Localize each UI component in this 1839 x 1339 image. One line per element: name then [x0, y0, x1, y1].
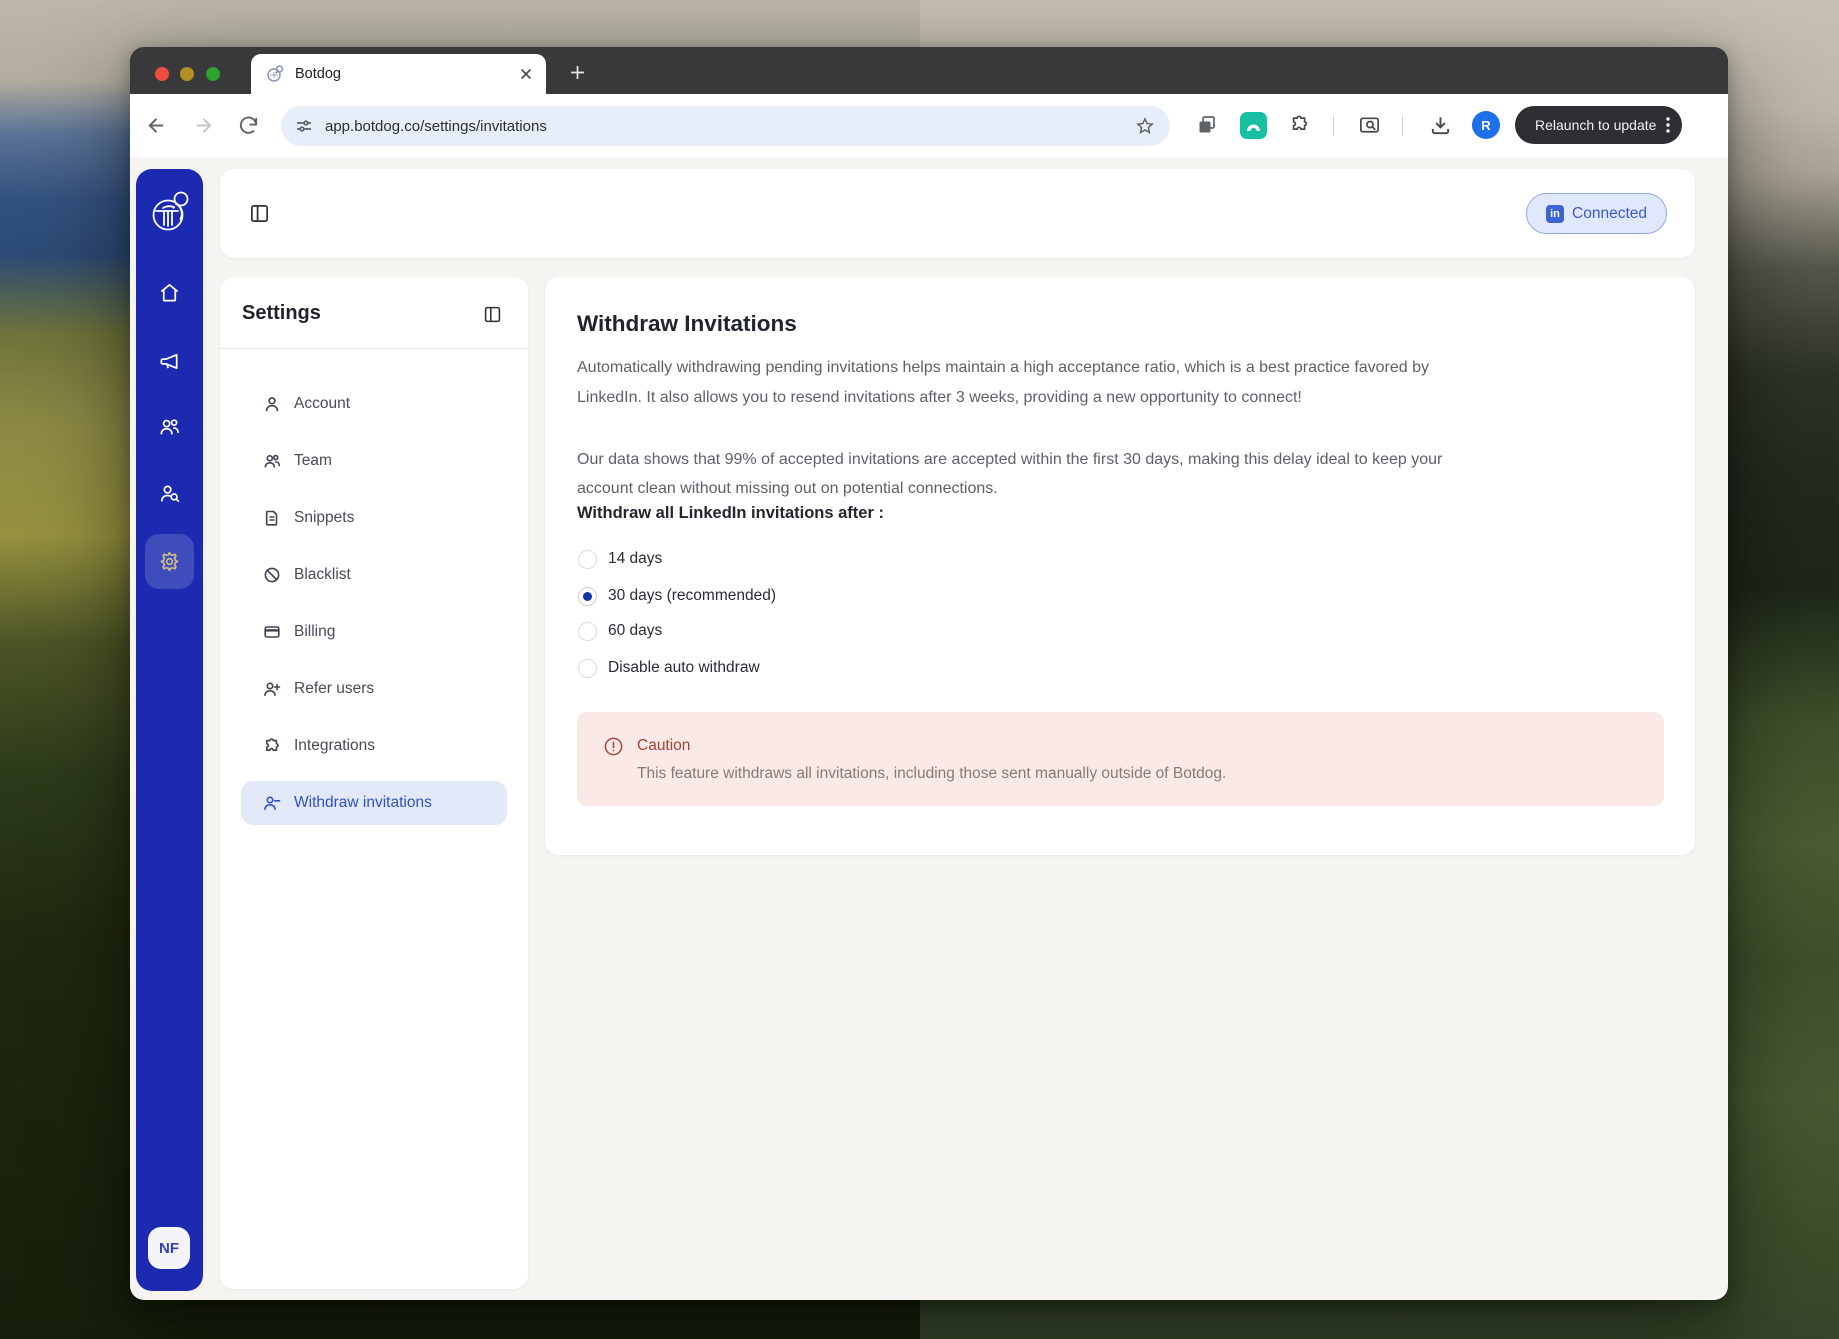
settings-item-label: Snippets — [294, 509, 354, 527]
extension-teal-icon[interactable] — [1240, 112, 1267, 139]
settings-item-label: Account — [294, 395, 350, 413]
settings-title: Settings — [242, 302, 321, 325]
download-icon[interactable] — [1429, 114, 1452, 137]
settings-item-integrations[interactable]: Integrations — [241, 724, 507, 768]
withdraw-invitations-icon — [263, 794, 281, 812]
profile-avatar[interactable]: R — [1472, 111, 1500, 139]
toolbar-separator — [1402, 115, 1403, 136]
more-vert-icon[interactable] — [1666, 117, 1670, 133]
gear-icon[interactable] — [136, 550, 203, 573]
settings-item-refer-users[interactable]: Refer users — [241, 667, 507, 711]
url-text[interactable]: app.botdog.co/settings/invitations — [325, 118, 547, 135]
snippets-icon — [263, 509, 281, 527]
settings-menu: Account Team Snippets — [241, 382, 507, 838]
browser-window: Botdog app.botdog.co/settings/invitatio — [130, 47, 1728, 1300]
tab-title: Botdog — [295, 66, 341, 82]
refer-users-icon — [263, 680, 281, 698]
caution-alert: Caution This feature withdraws all invit… — [577, 712, 1664, 806]
alert-circle-icon — [603, 736, 624, 757]
browser-toolbar: app.botdog.co/settings/invitations R Rel… — [130, 94, 1728, 157]
settings-item-label: Integrations — [294, 737, 375, 755]
relaunch-button[interactable]: Relaunch to update — [1515, 106, 1682, 144]
settings-item-label: Withdraw invitations — [294, 794, 432, 812]
team-icon — [263, 452, 281, 470]
divider — [220, 348, 528, 349]
settings-item-withdraw-invitations[interactable]: Withdraw invitations — [241, 781, 507, 825]
new-tab-button[interactable] — [564, 59, 590, 85]
minimize-window-button[interactable] — [180, 67, 194, 81]
radio-circle[interactable] — [578, 622, 597, 641]
radio-circle[interactable] — [578, 550, 597, 569]
sidebar-toggle-icon[interactable] — [249, 203, 270, 224]
billing-icon — [263, 623, 281, 641]
settings-item-label: Billing — [294, 623, 335, 641]
radio-circle[interactable] — [578, 659, 597, 678]
megaphone-icon[interactable] — [136, 350, 203, 373]
settings-item-blacklist[interactable]: Blacklist — [241, 553, 507, 597]
page-title: Withdraw Invitations — [577, 311, 797, 337]
caution-title: Caution — [637, 737, 690, 755]
tab-close-icon[interactable] — [520, 68, 532, 80]
botdog-logo[interactable] — [143, 186, 197, 240]
settings-item-label: Blacklist — [294, 566, 351, 584]
tab-copy-icon[interactable] — [1196, 114, 1218, 136]
settings-item-account[interactable]: Account — [241, 382, 507, 426]
user-search-icon[interactable] — [136, 482, 203, 505]
settings-item-label: Team — [294, 452, 332, 470]
settings-item-team[interactable]: Team — [241, 439, 507, 483]
blacklist-icon — [263, 566, 281, 584]
zoom-window-button[interactable] — [206, 67, 220, 81]
radio-60-days[interactable]: 60 days — [578, 618, 662, 644]
tab-strip: Botdog — [130, 47, 1728, 94]
caution-text: This feature withdraws all invitations, … — [637, 765, 1226, 783]
relaunch-label: Relaunch to update — [1535, 117, 1656, 133]
settings-item-snippets[interactable]: Snippets — [241, 496, 507, 540]
tune-icon[interactable] — [295, 117, 313, 135]
botdog-favicon-icon — [265, 64, 285, 84]
withdraw-invitations-panel: Withdraw Invitations Automatically withd… — [545, 277, 1695, 855]
linkedin-icon: in — [1546, 205, 1564, 223]
screen-search-icon[interactable] — [1358, 114, 1381, 137]
url-bar[interactable]: app.botdog.co/settings/invitations — [281, 106, 1170, 146]
team-icon[interactable] — [136, 415, 203, 438]
bookmark-star-icon[interactable] — [1135, 116, 1155, 136]
settings-collapse-icon[interactable] — [483, 305, 502, 324]
browser-tab[interactable]: Botdog — [251, 54, 546, 94]
radio-group-heading: Withdraw all LinkedIn invitations after … — [577, 504, 884, 523]
workspace-avatar[interactable]: NF — [148, 1227, 190, 1269]
radio-disable-auto-withdraw[interactable]: Disable auto withdraw — [578, 655, 760, 681]
settings-panel: Settings Account Team — [220, 277, 528, 1289]
app-page: NF in Connected Settings — [130, 157, 1728, 1300]
toolbar-separator — [1333, 115, 1334, 136]
data-paragraph: Our data shows that 99% of accepted invi… — [577, 445, 1663, 503]
radio-14-days[interactable]: 14 days — [578, 546, 662, 572]
reload-icon[interactable] — [237, 114, 260, 137]
page-header: in Connected — [220, 169, 1695, 258]
linkedin-connected-badge[interactable]: in Connected — [1526, 193, 1667, 234]
settings-item-label: Refer users — [294, 680, 374, 698]
app-rail: NF — [136, 169, 203, 1291]
intro-paragraph: Automatically withdrawing pending invita… — [577, 353, 1663, 413]
back-icon[interactable] — [145, 114, 168, 137]
connected-label: Connected — [1572, 205, 1647, 223]
forward-icon[interactable] — [192, 114, 215, 137]
radio-circle[interactable] — [578, 587, 597, 606]
account-icon — [263, 395, 281, 413]
home-icon[interactable] — [136, 281, 203, 304]
settings-item-billing[interactable]: Billing — [241, 610, 507, 654]
integrations-icon — [263, 737, 281, 755]
extensions-puzzle-icon[interactable] — [1289, 114, 1311, 136]
radio-30-days[interactable]: 30 days (recommended) — [578, 583, 776, 609]
close-window-button[interactable] — [155, 67, 169, 81]
